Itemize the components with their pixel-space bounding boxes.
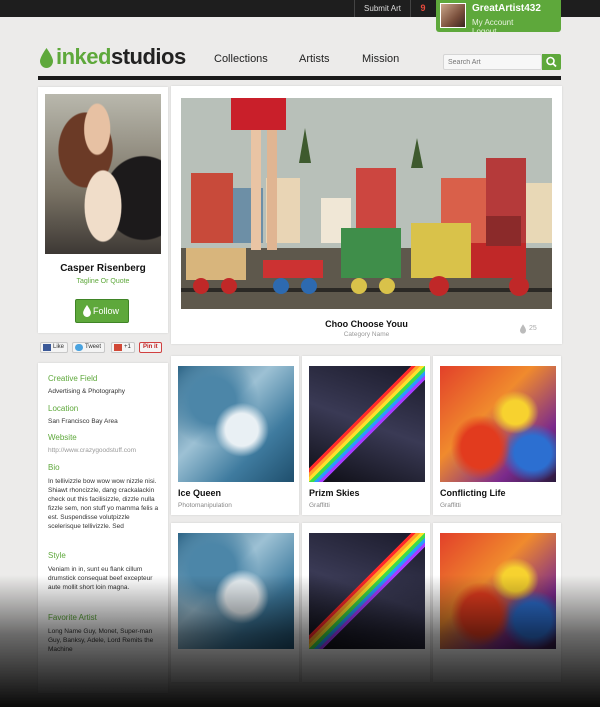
- artwork-title[interactable]: Conflicting Life: [440, 488, 506, 498]
- user-menu: GreatArtist432 My Account Logout: [436, 0, 561, 36]
- artwork-category: Photomanipulation: [178, 502, 232, 509]
- artwork-thumbnail[interactable]: [440, 366, 556, 482]
- logo-text-inked: inked: [56, 44, 111, 69]
- info-card: Creative Field Advertising & Photography…: [38, 363, 168, 693]
- logo-text-studios: studios: [110, 44, 186, 69]
- gallery-card[interactable]: Ice Queen Photomanipulation: [171, 356, 299, 515]
- favorite-artist-label: Favorite Artist: [48, 613, 97, 622]
- gallery-card[interactable]: Conflicting Life Graffitti: [433, 356, 561, 515]
- follow-button[interactable]: Follow: [75, 299, 129, 323]
- artwork-title[interactable]: Prizm Skies: [309, 488, 360, 498]
- style-text: Veniam in in, sunt eu flank cillum drums…: [48, 566, 153, 591]
- ink-drop-icon: [40, 48, 53, 68]
- location-label: Location: [48, 404, 79, 413]
- search-button[interactable]: [542, 54, 561, 70]
- featured-card: Choo Choose Youu Category Name 25: [171, 86, 562, 344]
- bio-text: In tellivizzle bow wow wow nizzle nisi. …: [48, 478, 159, 530]
- ink-drop-icon: [83, 305, 91, 317]
- bio-label: Bio: [48, 463, 60, 472]
- artwork-category: Graffitti: [440, 502, 461, 509]
- favorite-artist-text: Long Name Guy, Monet, Super-man Guy, Ban…: [48, 628, 154, 653]
- featured-image[interactable]: [181, 98, 552, 309]
- ink-drop-icon: [520, 324, 526, 334]
- style-label: Style: [48, 551, 66, 560]
- artwork-thumbnail[interactable]: [309, 366, 425, 482]
- google-plus-button[interactable]: +1: [111, 342, 135, 353]
- featured-illustration: [181, 98, 552, 309]
- search-icon: [546, 56, 557, 68]
- creative-field-value: Advertising & Photography: [48, 388, 125, 395]
- artwork-thumbnail[interactable]: [178, 366, 294, 482]
- twitter-icon: [75, 344, 83, 351]
- website-label: Website: [48, 433, 77, 442]
- profile-photo[interactable]: [45, 94, 161, 254]
- gallery-card[interactable]: [302, 523, 430, 682]
- featured-like-count[interactable]: 25: [520, 324, 537, 334]
- logout-link[interactable]: Logout: [472, 27, 496, 36]
- artwork-title[interactable]: Ice Queen: [178, 488, 221, 498]
- google-plus-icon: [114, 344, 122, 351]
- featured-category[interactable]: Category Name: [171, 331, 562, 338]
- artwork-thumbnail[interactable]: [178, 533, 294, 649]
- nav-artists[interactable]: Artists: [299, 53, 330, 65]
- website-link[interactable]: http://www.crazygoodstuff.com: [48, 446, 163, 455]
- gallery-card[interactable]: [433, 523, 561, 682]
- artwork-thumbnail[interactable]: [309, 533, 425, 649]
- profile-name: Casper Risenberg: [60, 263, 146, 274]
- nav-collections[interactable]: Collections: [214, 53, 268, 65]
- user-avatar[interactable]: [440, 3, 466, 28]
- creative-field-label: Creative Field: [48, 374, 98, 383]
- header-divider: [38, 76, 561, 80]
- location-value: San Francisco Bay Area: [48, 418, 118, 425]
- featured-title[interactable]: Choo Choose Youu: [171, 319, 562, 329]
- follow-label: Follow: [93, 306, 120, 316]
- facebook-like-button[interactable]: Like: [40, 342, 69, 353]
- profile-tagline: Tagline Or Quote: [76, 278, 130, 285]
- notification-count[interactable]: 9: [411, 0, 435, 17]
- pin-it-button[interactable]: Pin it: [139, 342, 162, 353]
- facebook-icon: [43, 344, 51, 351]
- search-input[interactable]: [443, 54, 542, 70]
- gallery-card[interactable]: [171, 523, 299, 682]
- my-account-link[interactable]: My Account: [472, 18, 513, 27]
- artwork-category: Graffitti: [309, 502, 330, 509]
- tweet-button[interactable]: Tweet: [72, 342, 106, 353]
- nav-mission[interactable]: Mission: [362, 53, 399, 65]
- artwork-thumbnail[interactable]: [440, 533, 556, 649]
- username[interactable]: GreatArtist432: [472, 3, 541, 14]
- profile-card: Casper Risenberg Tagline Or Quote Follow: [38, 87, 168, 333]
- gallery-card[interactable]: Prizm Skies Graffitti: [302, 356, 430, 515]
- submit-art-link[interactable]: Submit Art: [354, 0, 411, 17]
